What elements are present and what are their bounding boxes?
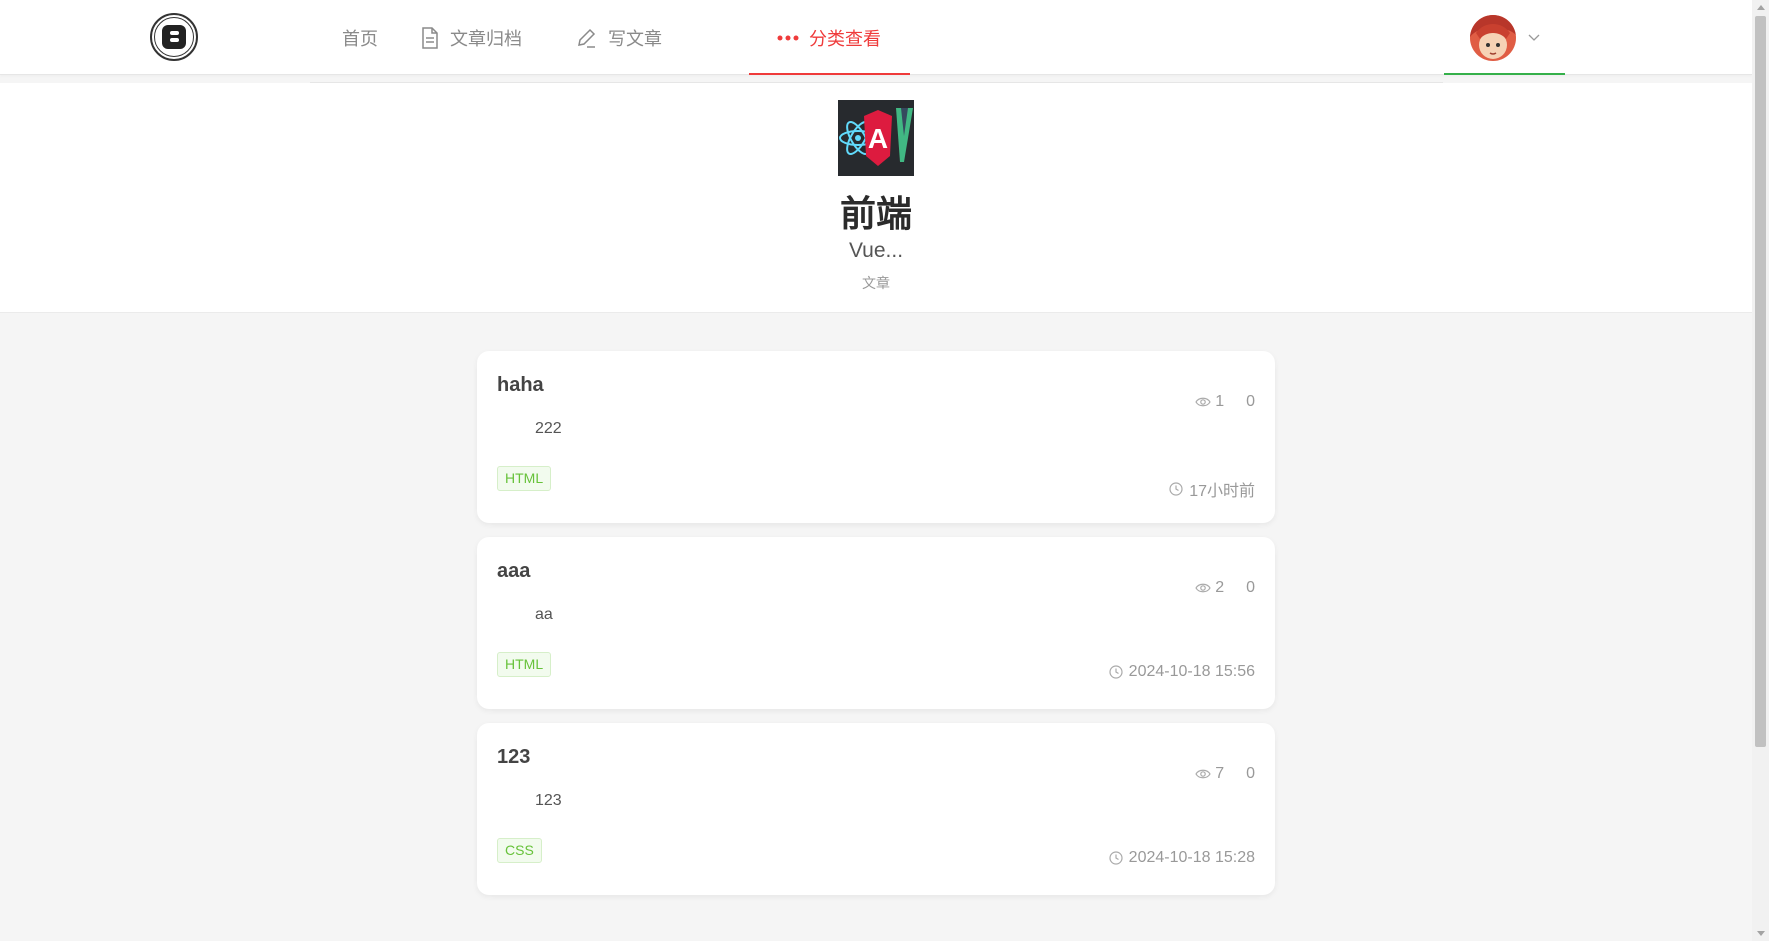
ellipsis-icon	[777, 34, 799, 42]
scroll-up-arrow-icon[interactable]	[1757, 5, 1765, 10]
article-summary: aa	[535, 606, 553, 623]
nav-item-categories[interactable]: 分类查看	[749, 0, 910, 75]
main-nav: 首页 文章归档 写文章 分类查看	[310, 0, 910, 75]
article-summary: 123	[535, 792, 562, 809]
comment-count: 0	[1246, 579, 1255, 596]
eye-icon	[1195, 582, 1211, 594]
article-stats: 7 0	[1195, 765, 1255, 783]
category-image: A	[838, 100, 914, 176]
comment-count: 0	[1246, 393, 1255, 410]
article-time: 17小时前	[1169, 477, 1255, 501]
avatar	[1469, 14, 1516, 61]
article-card[interactable]: 123 7 0 123 CSS 2024-10-18 15:28	[477, 723, 1275, 895]
nav-item-write[interactable]: 写文章	[576, 0, 749, 75]
category-title: 前端	[839, 193, 912, 234]
comment-count: 0	[1246, 765, 1255, 782]
category-banner: A 前端 Vue... 文章	[0, 83, 1752, 313]
pencil-icon	[576, 27, 598, 49]
chevron-down-icon	[1528, 29, 1540, 47]
scroll-down-arrow-icon[interactable]	[1757, 931, 1765, 936]
article-time-text: 2024-10-18 15:28	[1128, 849, 1255, 866]
logo-b-icon	[162, 25, 186, 49]
category-subtitle: 文章	[862, 275, 890, 291]
article-title[interactable]: haha	[497, 374, 544, 397]
article-title[interactable]: aaa	[497, 560, 530, 583]
article-card[interactable]: aaa 2 0 aa HTML 2024-10-18 15:56	[477, 537, 1275, 709]
eye-icon	[1195, 768, 1211, 780]
article-time: 2024-10-18 15:28	[1109, 849, 1255, 867]
clock-icon	[1109, 851, 1123, 865]
document-icon	[420, 26, 440, 49]
top-header: 首页 文章归档 写文章 分类查看	[0, 0, 1752, 75]
nav-label-home: 首页	[342, 28, 378, 49]
nav-item-home[interactable]: 首页	[310, 0, 420, 75]
view-count: 2	[1215, 579, 1225, 596]
article-stats: 2 0	[1195, 579, 1255, 597]
article-time: 2024-10-18 15:56	[1109, 663, 1255, 681]
article-summary: 222	[535, 420, 562, 437]
nav-label-write: 写文章	[608, 28, 662, 49]
article-time-text: 2024-10-18 15:56	[1128, 663, 1255, 680]
nav-item-archive[interactable]: 文章归档	[420, 0, 576, 75]
view-count: 1	[1215, 393, 1225, 410]
user-menu[interactable]	[1444, 0, 1565, 75]
page-scrollbar[interactable]	[1752, 0, 1769, 941]
article-tag[interactable]: HTML	[497, 652, 552, 677]
view-count: 7	[1215, 765, 1225, 782]
scroll-thumb[interactable]	[1755, 16, 1766, 747]
article-tag[interactable]: HTML	[497, 466, 552, 491]
site-logo[interactable]	[150, 13, 198, 61]
article-tag[interactable]: CSS	[497, 838, 542, 863]
clock-icon	[1169, 482, 1183, 496]
category-description: Vue...	[848, 239, 904, 262]
nav-label-archive: 文章归档	[450, 28, 522, 49]
article-stats: 1 0	[1195, 393, 1255, 411]
logo-ring	[154, 17, 194, 57]
svg-text:A: A	[868, 123, 888, 154]
eye-icon	[1195, 396, 1211, 408]
clock-icon	[1109, 665, 1123, 679]
article-card[interactable]: haha 1 0 222 HTML 17小时前	[477, 351, 1275, 523]
nav-label-categories: 分类查看	[809, 28, 881, 49]
article-time-text: 17小时前	[1189, 483, 1255, 500]
article-list: haha 1 0 222 HTML 17小时前 aaa 2 0 aa HTML	[477, 351, 1275, 909]
article-title[interactable]: 123	[497, 746, 530, 769]
